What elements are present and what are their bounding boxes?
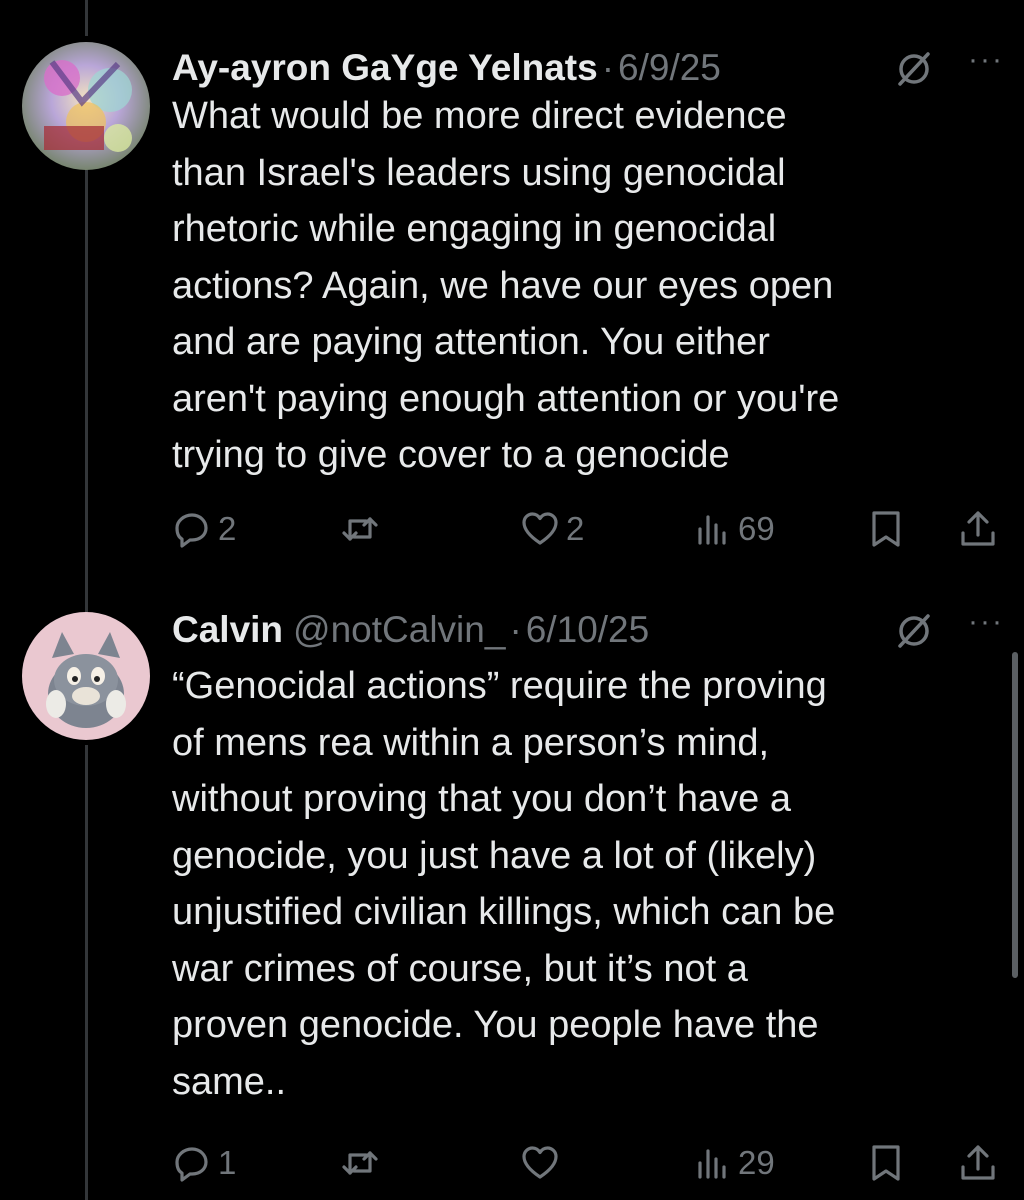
- reply-button[interactable]: 2: [172, 504, 236, 554]
- grok-icon[interactable]: [894, 610, 934, 650]
- share-icon: [961, 511, 995, 546]
- author-name[interactable]: Calvin: [172, 609, 283, 651]
- tweet[interactable]: Calvin @notCalvin_ · 6/10/25 ··· “Genoci…: [0, 600, 1024, 1200]
- separator-dot: ·: [509, 609, 522, 650]
- like-count: 2: [566, 510, 585, 547]
- share-icon: [961, 1145, 995, 1180]
- tweet-text: “Genocidal actions” require the proving …: [172, 665, 836, 1103]
- tweet-date[interactable]: 6/9/25: [618, 47, 721, 89]
- repost-icon: [342, 517, 378, 541]
- views-button[interactable]: 69: [692, 504, 775, 554]
- avatar[interactable]: [22, 612, 150, 740]
- tweet-text: What would be more direct evidence than …: [172, 95, 840, 476]
- view-count: 69: [738, 510, 775, 547]
- repost-button[interactable]: [340, 1138, 386, 1188]
- share-button[interactable]: [958, 1138, 998, 1188]
- reply-icon: [175, 1147, 208, 1182]
- bookmark-button[interactable]: [866, 504, 906, 554]
- scrollbar[interactable]: [1012, 652, 1018, 978]
- reply-count: 1: [218, 1144, 237, 1181]
- tweet-header: Calvin @notCalvin_ · 6/10/25 ···: [172, 600, 1004, 660]
- share-button[interactable]: [958, 504, 998, 554]
- action-bar: 2 2 69: [172, 504, 1004, 554]
- view-count: 29: [738, 1144, 775, 1181]
- author-handle[interactable]: @notCalvin_: [293, 609, 505, 651]
- separator-dot: ·: [601, 47, 615, 88]
- like-button[interactable]: [520, 1138, 566, 1188]
- views-icon: [698, 1149, 726, 1179]
- author-name[interactable]: Ay-ayron GaYge Yelnats: [172, 47, 598, 89]
- heart-icon: [522, 512, 558, 545]
- more-icon[interactable]: ···: [968, 607, 1004, 637]
- like-button[interactable]: 2: [520, 504, 584, 554]
- bookmark-icon: [872, 511, 900, 547]
- action-bar: 1 29: [172, 1138, 1004, 1188]
- tweet-date[interactable]: 6/10/25: [526, 609, 649, 651]
- bookmark-button[interactable]: [866, 1138, 906, 1188]
- thread-line-top: [85, 0, 88, 36]
- repost-button[interactable]: [340, 504, 386, 554]
- grok-icon[interactable]: [894, 48, 934, 88]
- views-button[interactable]: 29: [692, 1138, 775, 1188]
- tweet[interactable]: Ay-ayron GaYge Yelnats · 6/9/25 ··· What…: [0, 38, 1024, 558]
- reply-icon: [175, 513, 208, 548]
- avatar[interactable]: [22, 42, 150, 170]
- heart-icon: [522, 1146, 558, 1179]
- bookmark-icon: [872, 1145, 900, 1181]
- repost-icon: [342, 1151, 378, 1175]
- reply-button[interactable]: 1: [172, 1138, 236, 1188]
- views-icon: [698, 515, 726, 545]
- more-icon[interactable]: ···: [968, 45, 1004, 75]
- reply-count: 2: [218, 510, 237, 547]
